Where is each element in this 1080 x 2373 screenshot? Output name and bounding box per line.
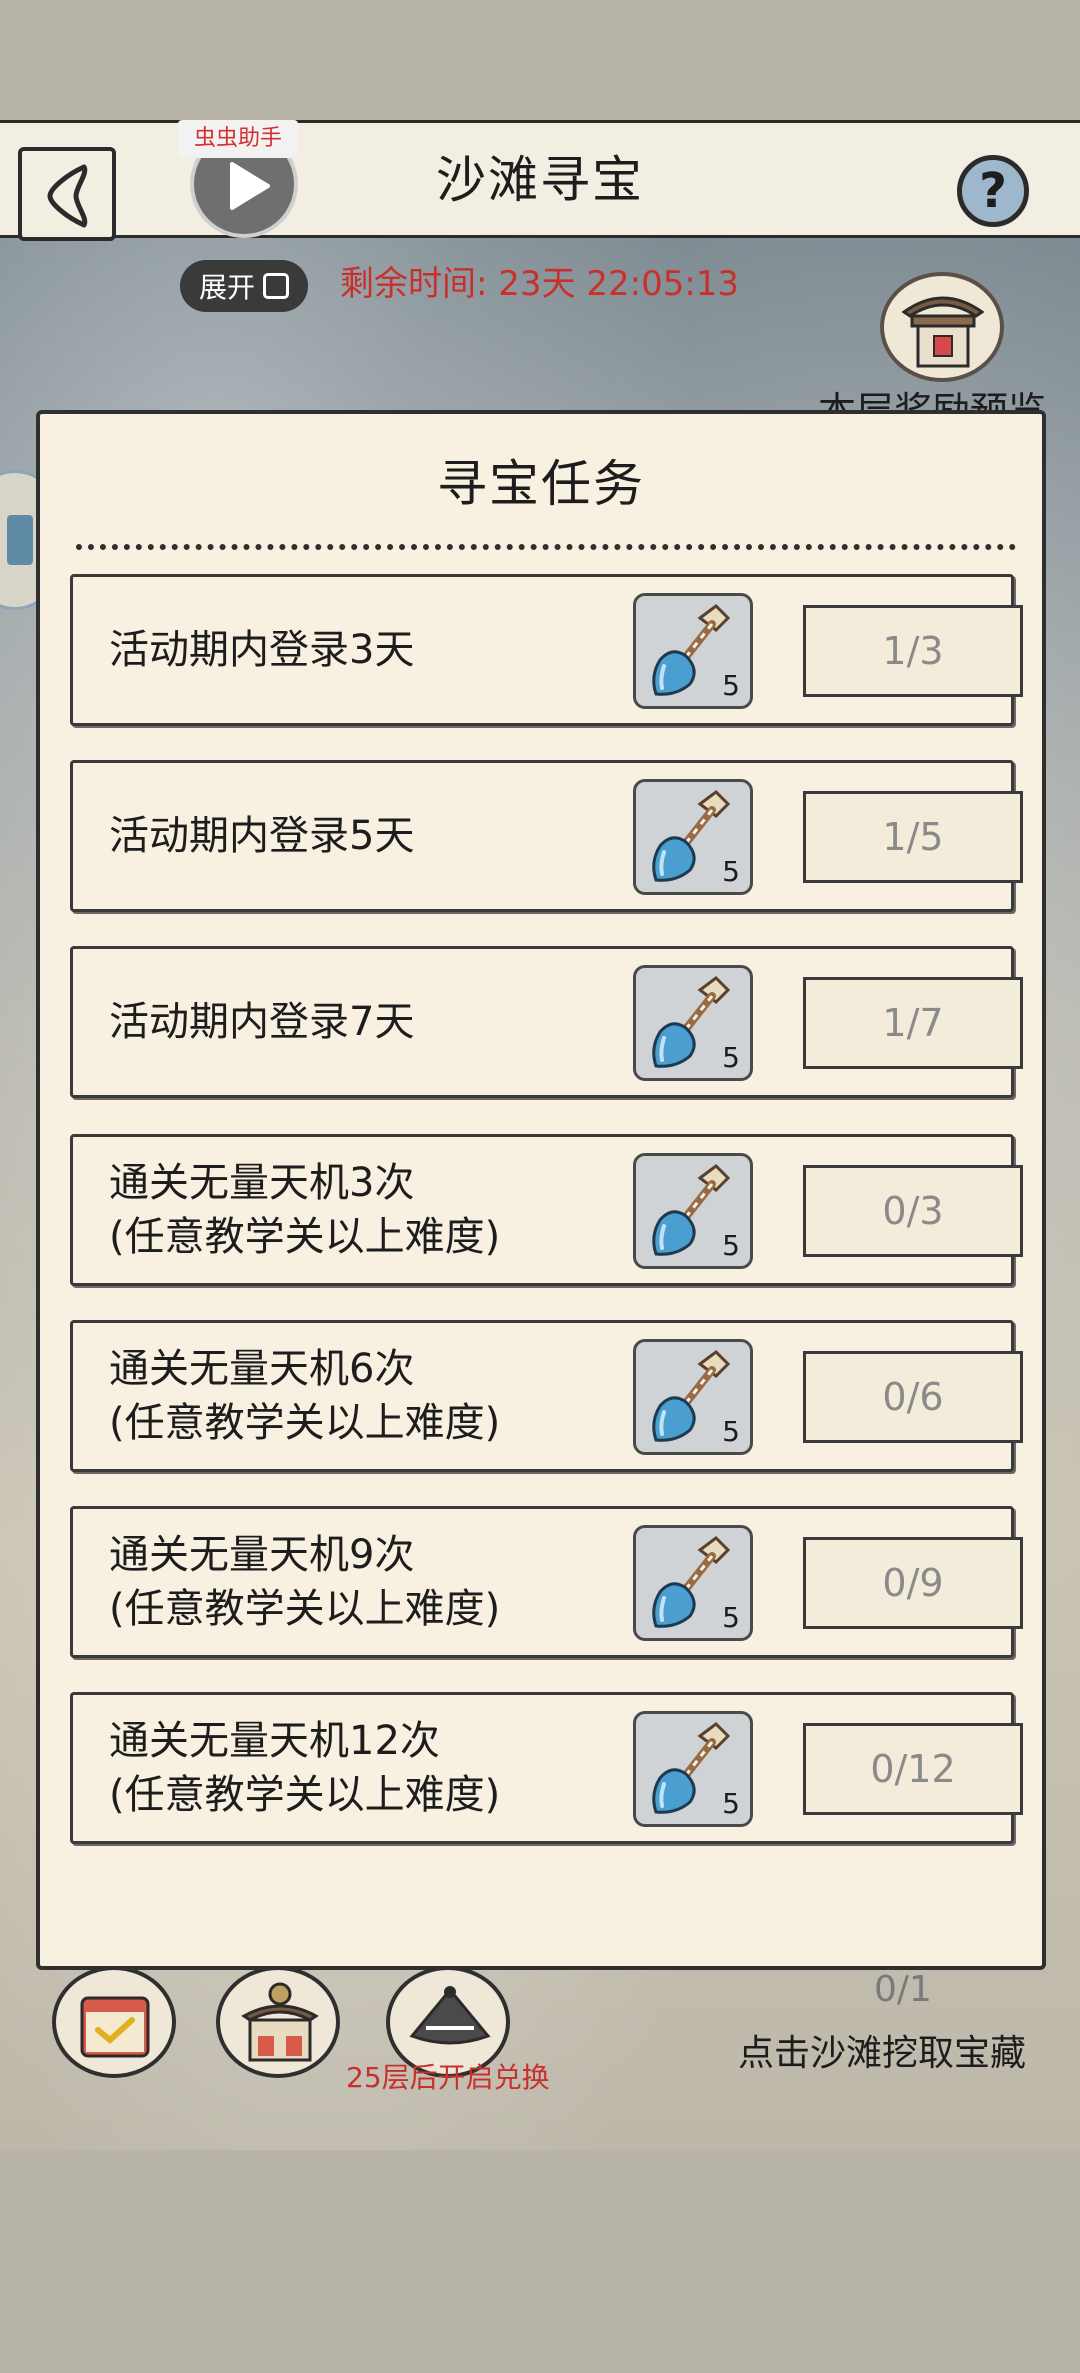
question-icon: ? [979,163,1007,219]
timer-label: 剩余时间: [340,264,488,304]
page-title: 沙滩寻宝 [436,151,644,209]
task-row: 活动期内登录7天 5 1/7 [70,946,1023,1098]
task-modal: 寻宝任务 活动期内登录3天 5 1/3 活动期内登录5天 5 1/5 活动期内登… [36,410,1046,1970]
task-progress: 1/3 [803,605,1023,697]
remaining-time: 剩余时间: 23天 22:05:13 [340,256,739,305]
task-condition: (任意教学关以上难度) [109,1586,501,1632]
task-description: 通关无量天机12次 (任意教学关以上难度) [109,1695,599,1841]
task-reward[interactable]: 5 [633,1711,753,1827]
task-progress: 1/7 [803,977,1023,1069]
task-row: 通关无量天机6次 (任意教学关以上难度) 5 0/6 [70,1320,1023,1472]
task-reward[interactable]: 5 [633,1525,753,1641]
reward-count: 5 [722,1041,740,1074]
divider [76,544,1016,550]
task-title: 活动期内登录3天 [109,627,415,673]
task-condition: (任意教学关以上难度) [109,1772,501,1818]
task-title: 通关无量天机6次 [109,1346,415,1392]
task-progress: 0/9 [803,1537,1023,1629]
reward-count: 5 [722,1415,740,1448]
task-description: 活动期内登录7天 [109,949,599,1095]
task-progress: 1/5 [803,791,1023,883]
reward-count: 5 [722,1229,740,1262]
task-reward[interactable]: 5 [633,779,753,895]
shop-icon [241,1982,319,2062]
bamboo-hat-icon [409,1986,491,2045]
task-description: 活动期内登录5天 [109,763,599,909]
exchange-unlock-text: 25层后开启兑换 [346,2061,550,2094]
task-title: 通关无量天机3次 [109,1160,415,1206]
task-reward[interactable]: 5 [633,593,753,709]
task-description: 通关无量天机9次 (任意教学关以上难度) [109,1509,599,1655]
help-button[interactable]: ? [957,155,1029,227]
checkin-button[interactable] [52,1966,176,2078]
reward-count: 5 [722,855,740,888]
expand-label: 展开 [198,271,255,304]
task-row: 活动期内登录3天 5 1/3 [70,574,1023,726]
task-condition: (任意教学关以上难度) [109,1400,501,1446]
task-description: 通关无量天机3次 (任意教学关以上难度) [109,1137,599,1283]
task-progress: 0/6 [803,1351,1023,1443]
expand-button[interactable]: 展开 [180,260,308,312]
modal-title: 寻宝任务 [437,455,645,513]
task-description: 通关无量天机6次 (任意教学关以上难度) [109,1323,599,1469]
task-progress: 0/12 [803,1723,1023,1815]
reward-count: 5 [722,1601,740,1634]
reward-count: 5 [722,1787,740,1820]
task-title: 通关无量天机9次 [109,1532,415,1578]
task-row: 通关无量天机12次 (任意教学关以上难度) 5 0/12 [70,1692,1023,1844]
play-icon [230,162,270,210]
timer-value: 23天 22:05:13 [498,264,740,304]
task-progress: 0/3 [803,1165,1023,1257]
task-title: 活动期内登录5天 [109,813,415,859]
task-title: 通关无量天机12次 [109,1718,440,1764]
task-reward[interactable]: 5 [633,965,753,1081]
reward-preview-button[interactable] [880,272,1004,382]
gate-icon [901,296,985,368]
task-description: 活动期内登录3天 [109,577,599,723]
assistant-tag: 虫虫助手 [178,120,298,158]
task-reward[interactable]: 5 [633,1153,753,1269]
side-bubble-icon [7,515,33,565]
bottom-strip [0,2150,1080,2373]
dig-hint: 点击沙滩挖取宝藏 [738,2033,1027,2074]
task-row: 活动期内登录5天 5 1/5 [70,760,1023,912]
reward-count: 5 [722,669,740,702]
task-row: 通关无量天机9次 (任意教学关以上难度) 5 0/9 [70,1506,1023,1658]
task-row: 通关无量天机3次 (任意教学关以上难度) 5 0/3 [70,1134,1023,1286]
task-title: 活动期内登录7天 [109,999,415,1045]
shop-button[interactable] [216,1966,340,2078]
calendar-check-icon [80,1996,150,2058]
expand-icon [263,273,289,299]
task-reward[interactable]: 5 [633,1339,753,1455]
task-condition: (任意教学关以上难度) [109,1214,501,1260]
